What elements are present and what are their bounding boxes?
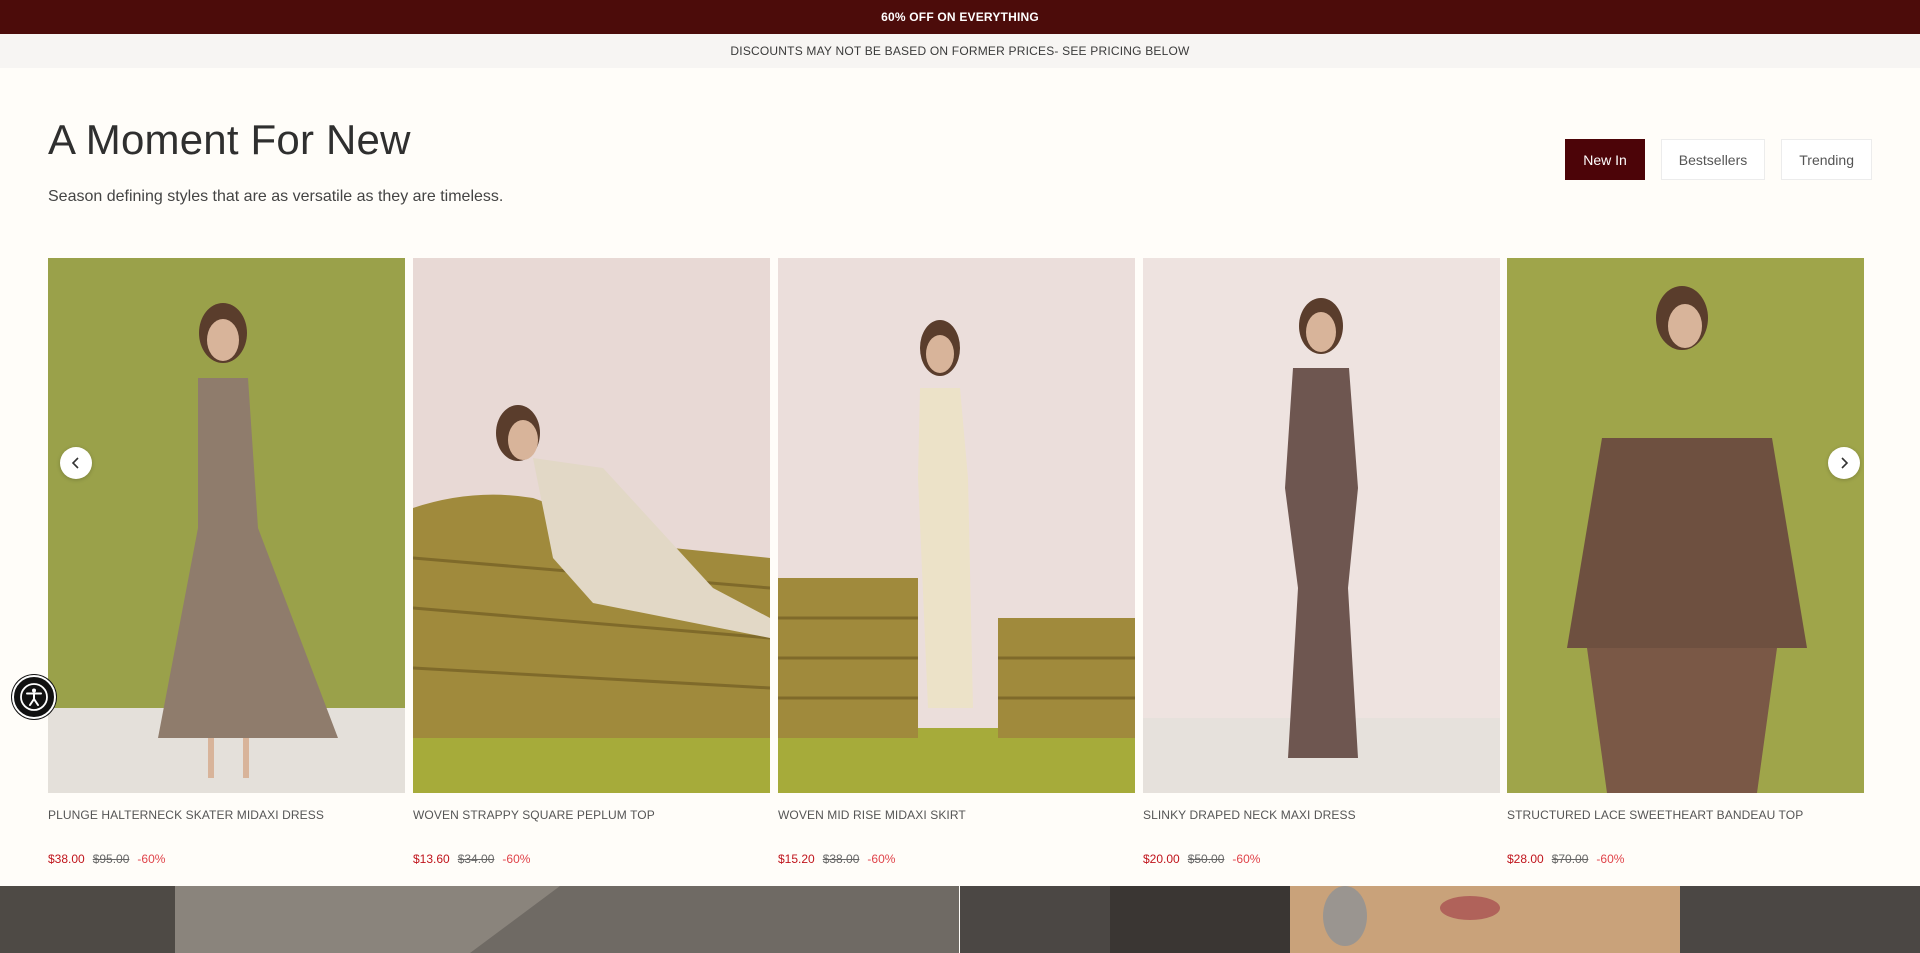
sale-price: $28.00 [1507, 852, 1544, 866]
tab-new-in[interactable]: New In [1565, 139, 1645, 180]
original-price: $34.00 [457, 852, 495, 866]
sale-price: $15.20 [778, 852, 815, 866]
original-price: $95.00 [92, 852, 130, 866]
discount-badge: -60% [137, 852, 166, 866]
accessibility-button[interactable] [12, 675, 56, 719]
promo-banner-right[interactable] [960, 886, 1920, 953]
banner-image [960, 886, 1920, 953]
tab-bestsellers[interactable]: Bestsellers [1660, 139, 1766, 180]
product-card[interactable]: WOVEN STRAPPY SQUARE PEPLUM TOP $13.60 $… [413, 258, 770, 866]
product-image[interactable] [1507, 258, 1864, 793]
chevron-left-icon [71, 457, 79, 469]
section-title: A Moment For New [48, 116, 411, 163]
collection-tabs: New In Bestsellers Trending [1565, 139, 1872, 180]
pricing-notice-text: DISCOUNTS MAY NOT BE BASED ON FORMER PRI… [730, 44, 1190, 58]
original-price: $38.00 [822, 852, 860, 866]
original-price: $70.00 [1551, 852, 1589, 866]
product-image[interactable] [48, 258, 405, 793]
price-row: $38.00 $95.00 -60% [48, 852, 405, 866]
product-name[interactable]: PLUNGE HALTERNECK SKATER MIDAXI DRESS [48, 808, 405, 822]
chevron-right-icon [1841, 457, 1849, 469]
price-row: $15.20 $38.00 -60% [778, 852, 1135, 866]
accessibility-icon [20, 683, 48, 711]
discount-badge: -60% [502, 852, 531, 866]
price-row: $28.00 $70.00 -60% [1507, 852, 1864, 866]
promo-banner-left[interactable] [0, 886, 959, 953]
price-row: $20.00 $50.00 -60% [1143, 852, 1500, 866]
sale-price: $20.00 [1143, 852, 1180, 866]
discount-badge: -60% [1596, 852, 1625, 866]
product-card[interactable]: PLUNGE HALTERNECK SKATER MIDAXI DRESS $3… [48, 258, 405, 866]
product-name[interactable]: SLINKY DRAPED NECK MAXI DRESS [1143, 808, 1500, 822]
pricing-notice-bar: DISCOUNTS MAY NOT BE BASED ON FORMER PRI… [0, 34, 1920, 68]
promo-text: 60% OFF ON EVERYTHING [881, 10, 1039, 24]
product-card[interactable]: SLINKY DRAPED NECK MAXI DRESS $20.00 $50… [1143, 258, 1500, 866]
tab-trending[interactable]: Trending [1781, 139, 1872, 180]
price-row: $13.60 $34.00 -60% [413, 852, 770, 866]
product-name[interactable]: STRUCTURED LACE SWEETHEART BANDEAU TOP [1507, 808, 1864, 822]
original-price: $50.00 [1187, 852, 1225, 866]
section-subtitle: Season defining styles that are as versa… [48, 188, 504, 205]
product-card[interactable]: WOVEN MID RISE MIDAXI SKIRT $15.20 $38.0… [778, 258, 1135, 866]
sale-price: $38.00 [48, 852, 85, 866]
banner-image [0, 886, 959, 953]
product-carousel: PLUNGE HALTERNECK SKATER MIDAXI DRESS $3… [48, 258, 1864, 868]
carousel-next-button[interactable] [1828, 447, 1860, 479]
discount-badge: -60% [1232, 852, 1261, 866]
product-card[interactable]: STRUCTURED LACE SWEETHEART BANDEAU TOP $… [1507, 258, 1864, 866]
sale-price: $13.60 [413, 852, 450, 866]
product-image[interactable] [1143, 258, 1500, 793]
product-name[interactable]: WOVEN STRAPPY SQUARE PEPLUM TOP [413, 808, 770, 822]
product-image[interactable] [413, 258, 770, 793]
promo-bar: 60% OFF ON EVERYTHING [0, 0, 1920, 34]
carousel-prev-button[interactable] [60, 447, 92, 479]
product-image[interactable] [778, 258, 1135, 793]
product-name[interactable]: WOVEN MID RISE MIDAXI SKIRT [778, 808, 1135, 822]
discount-badge: -60% [867, 852, 896, 866]
